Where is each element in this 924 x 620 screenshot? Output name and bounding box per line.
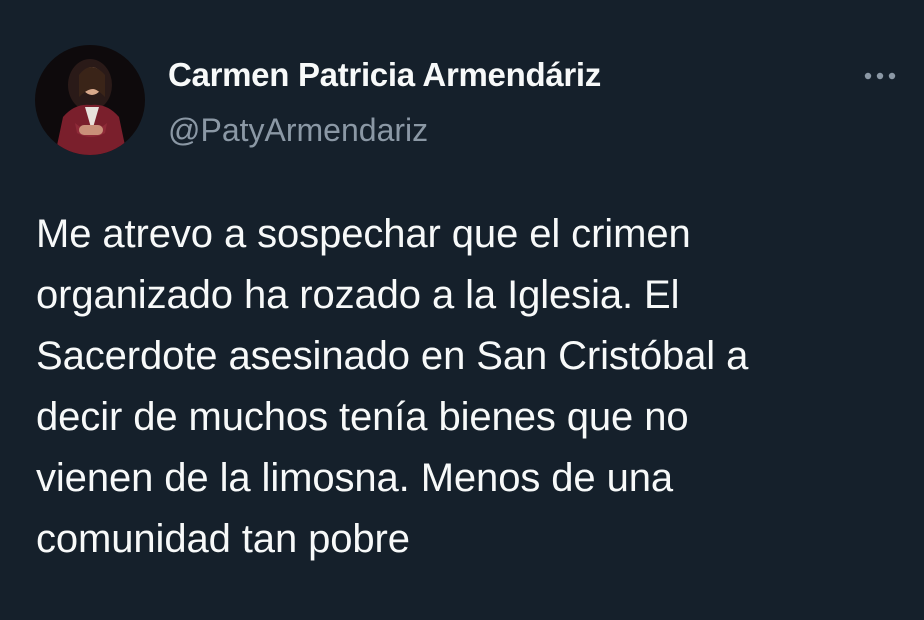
author-handle[interactable]: @PatyArmendariz (168, 112, 428, 149)
author-display-name[interactable]: Carmen Patricia Armendáriz (168, 56, 601, 94)
more-options-button[interactable] (850, 56, 910, 96)
profile-photo-icon (35, 45, 145, 155)
more-horizontal-icon (864, 72, 896, 80)
tweet-card: Carmen Patricia Armendáriz @PatyArmendar… (0, 0, 924, 620)
avatar[interactable] (35, 45, 145, 155)
tweet-text: Me atrevo a sospechar que el crimen orga… (36, 212, 749, 561)
